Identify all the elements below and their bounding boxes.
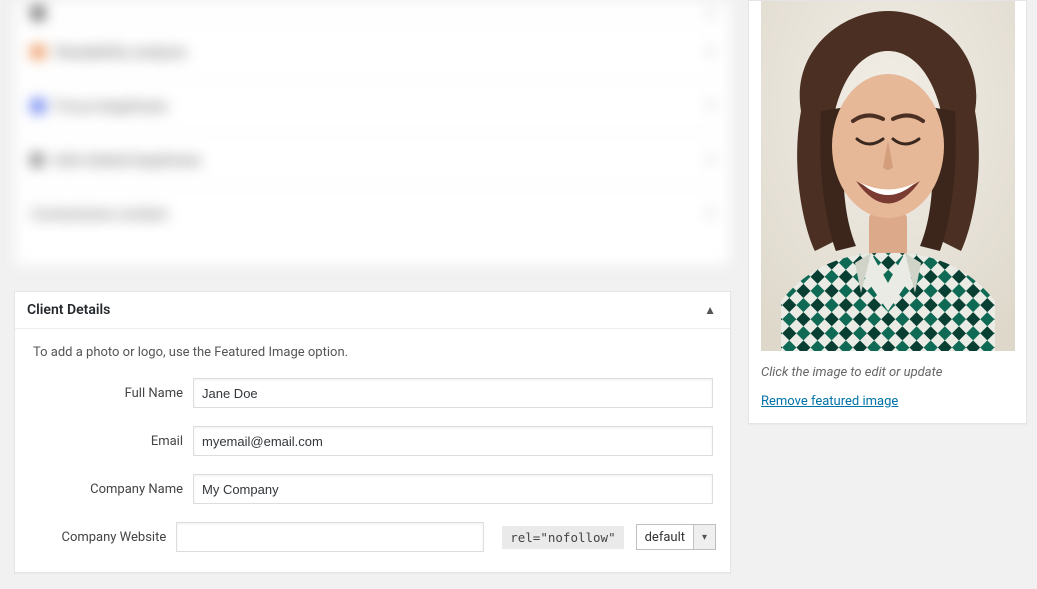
seo-bullet-icon [31, 6, 45, 20]
rel-attribute-chip: rel="nofollow" [502, 526, 623, 549]
keyphrase-bullet-icon [31, 99, 45, 113]
client-details-header: Client Details ▲ [15, 292, 730, 329]
featured-image-thumbnail[interactable] [761, 1, 1015, 351]
company-website-input[interactable] [176, 522, 484, 552]
keyphrase-row-label: Focus keyphrase [55, 97, 167, 115]
chevron-down-icon: ▾ [707, 98, 714, 114]
client-details-description: To add a photo or logo, use the Featured… [33, 345, 716, 360]
rel-select-value: default [637, 525, 693, 549]
full-name-label: Full Name [29, 386, 193, 401]
client-details-metabox: Client Details ▲ To add a photo or logo,… [14, 291, 731, 573]
rel-attribute-select[interactable]: default ▾ [636, 524, 716, 550]
readability-row-label: Readability analysis [55, 43, 187, 61]
full-name-input[interactable] [193, 378, 713, 408]
email-input[interactable] [193, 426, 713, 456]
readability-bullet-icon [31, 45, 45, 59]
remove-featured-image-link[interactable]: Remove featured image [761, 394, 898, 409]
email-label: Email [29, 434, 193, 449]
featured-image-caption: Click the image to edit or update [761, 365, 1014, 380]
collapse-toggle-icon[interactable]: ▲ [704, 303, 716, 317]
company-name-input[interactable] [193, 474, 713, 504]
company-name-label: Company Name [29, 482, 193, 497]
chevron-down-icon: ▾ [693, 525, 715, 549]
chevron-down-icon: ▾ [707, 152, 714, 168]
featured-image-metabox: Click the image to edit or update Remove… [748, 0, 1027, 424]
cornerstone-label: Cornerstone content [31, 205, 167, 223]
chevron-down-icon: ▾ [707, 5, 714, 21]
company-website-label: Company Website [29, 530, 176, 545]
chevron-down-icon: ▾ [707, 44, 714, 60]
plus-icon [31, 154, 43, 166]
client-details-title: Client Details [27, 302, 110, 318]
related-keyphrase-label: Add related keyphrase [53, 151, 201, 169]
seo-metabox-blurred: ▾ Readability analysis ▾ Focus keyphrase… [14, 0, 731, 267]
chevron-down-icon: ▾ [707, 206, 714, 222]
